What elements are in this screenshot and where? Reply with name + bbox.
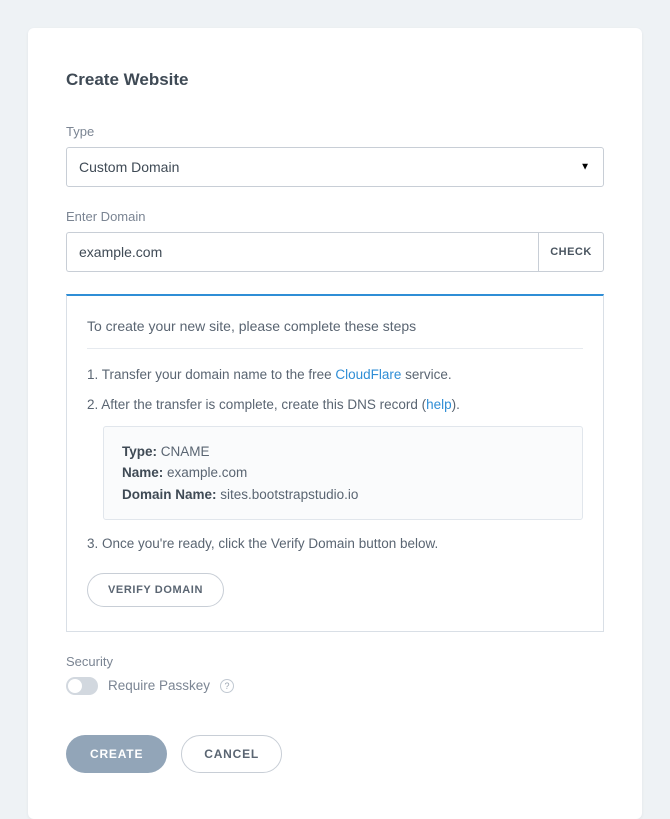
- type-select-wrap: Custom Domain ▼: [66, 147, 604, 187]
- dns-type-key: Type:: [122, 444, 157, 459]
- passkey-label: Require Passkey: [108, 678, 210, 693]
- dns-name-row: Name: example.com: [122, 462, 564, 484]
- create-website-card: Create Website Type Custom Domain ▼ Ente…: [28, 28, 642, 819]
- create-button[interactable]: CREATE: [66, 735, 167, 773]
- action-row: CREATE CANCEL: [66, 735, 604, 773]
- dns-domain-row: Domain Name: sites.bootstrapstudio.io: [122, 484, 564, 506]
- help-link[interactable]: help: [426, 397, 452, 412]
- dns-record-box: Type: CNAME Name: example.com Domain Nam…: [103, 426, 583, 521]
- steps-panel: To create your new site, please complete…: [66, 294, 604, 632]
- dns-name-val: example.com: [163, 465, 247, 480]
- security-label: Security: [66, 654, 604, 669]
- page-title: Create Website: [66, 70, 604, 90]
- dns-name-key: Name:: [122, 465, 163, 480]
- step-3: 3. Once you're ready, click the Verify D…: [87, 534, 583, 554]
- check-button[interactable]: CHECK: [538, 232, 604, 272]
- cancel-button[interactable]: CANCEL: [181, 735, 282, 773]
- help-icon[interactable]: ?: [220, 679, 234, 693]
- require-passkey-toggle[interactable]: [66, 677, 98, 695]
- domain-row: CHECK: [66, 232, 604, 272]
- security-row: Require Passkey ?: [66, 677, 604, 695]
- toggle-knob: [68, 679, 82, 693]
- step-2-pre: 2. After the transfer is complete, creat…: [87, 397, 426, 412]
- step-2-post: ).: [452, 397, 460, 412]
- dns-type-val: CNAME: [157, 444, 210, 459]
- type-label: Type: [66, 124, 604, 139]
- type-select[interactable]: Custom Domain: [66, 147, 604, 187]
- dns-domain-val: sites.bootstrapstudio.io: [217, 487, 359, 502]
- dns-type-row: Type: CNAME: [122, 441, 564, 463]
- verify-domain-button[interactable]: VERIFY DOMAIN: [87, 573, 224, 607]
- steps-intro: To create your new site, please complete…: [87, 318, 583, 349]
- dns-domain-key: Domain Name:: [122, 487, 217, 502]
- cloudflare-link[interactable]: CloudFlare: [335, 367, 401, 382]
- domain-label: Enter Domain: [66, 209, 604, 224]
- step-1-pre: 1. Transfer your domain name to the free: [87, 367, 335, 382]
- step-2: 2. After the transfer is complete, creat…: [87, 395, 583, 415]
- step-1-post: service.: [401, 367, 451, 382]
- step-1: 1. Transfer your domain name to the free…: [87, 365, 583, 385]
- domain-input[interactable]: [66, 232, 538, 272]
